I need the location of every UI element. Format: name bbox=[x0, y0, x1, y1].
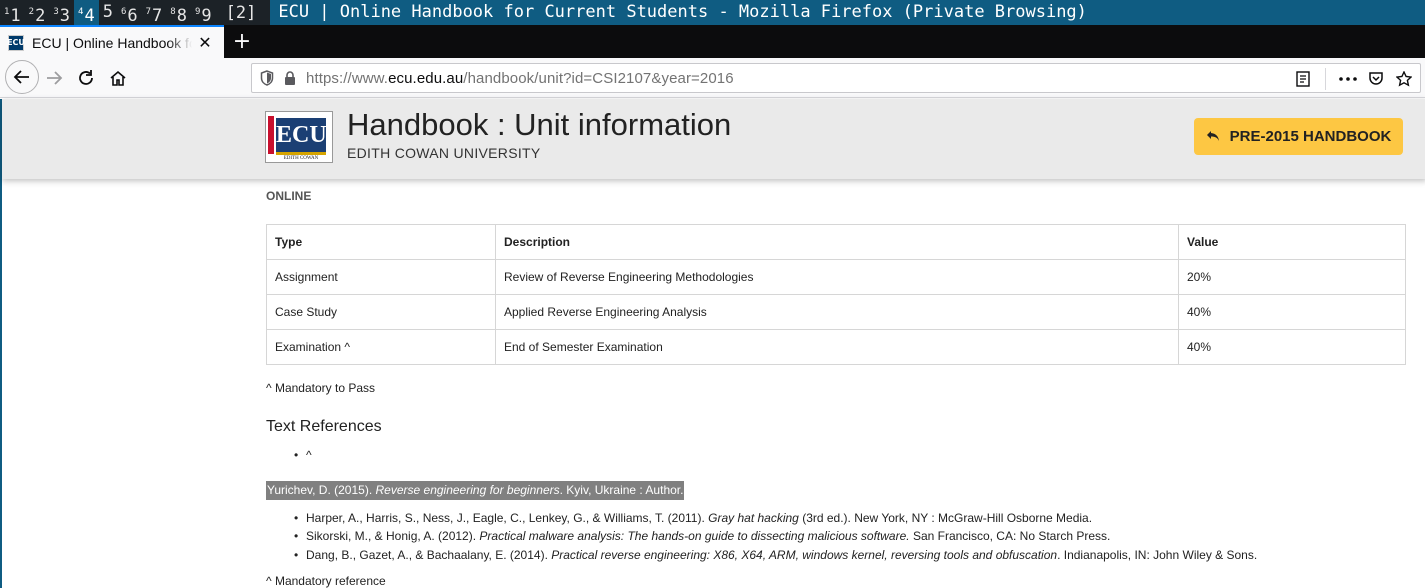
tab-ecu-handbook[interactable]: ECU ECU | Online Handbook for Current St… bbox=[0, 25, 224, 58]
col-value: Value bbox=[1178, 224, 1406, 260]
logo-red-band bbox=[268, 116, 274, 154]
list-item: Sikorski, M., & Honig, A. (2012). Practi… bbox=[294, 527, 1406, 546]
url-text[interactable]: https://www.ecu.edu.au/handbook/unit?id=… bbox=[306, 70, 734, 87]
page-title: Handbook : Unit information bbox=[347, 107, 732, 142]
workspace-7[interactable]: 77 bbox=[142, 0, 167, 25]
reply-arrow-icon bbox=[1206, 129, 1220, 145]
tab-title: ECU | Online Handbook for Current Studen… bbox=[32, 34, 192, 51]
arrow-left-icon bbox=[13, 70, 29, 84]
home-button[interactable] bbox=[102, 62, 134, 94]
workspace-6[interactable]: 66 bbox=[117, 0, 142, 25]
cell-type: Examination ^ bbox=[266, 329, 496, 365]
workspace-2[interactable]: 22 bbox=[25, 0, 50, 25]
logo-gold-band bbox=[276, 152, 326, 155]
back-button[interactable] bbox=[5, 60, 39, 94]
highlighted-reference[interactable]: Yurichev, D. (2015). Reverse engineering… bbox=[266, 481, 685, 500]
page-content: ECU EDITH COWAN Handbook : Unit informat… bbox=[0, 99, 1425, 588]
more-actions-icon[interactable] bbox=[1338, 69, 1358, 89]
window-count: [2] bbox=[225, 2, 257, 23]
reload-button[interactable] bbox=[70, 62, 102, 94]
list-item: Harper, A., Harris, S., Ness, J., Eagle,… bbox=[294, 509, 1406, 528]
table-row: Assignment Review of Reverse Engineering… bbox=[266, 259, 1406, 295]
window-title: ECU | Online Handbook for Current Studen… bbox=[270, 0, 1095, 25]
ecu-favicon-icon: ECU bbox=[7, 34, 25, 51]
table-header-row: Type Description Value bbox=[266, 224, 1406, 260]
pocket-icon[interactable] bbox=[1366, 69, 1386, 89]
references-list: ^ Yurichev, D. (2015). Reverse engineeri… bbox=[266, 446, 1406, 565]
url-divider bbox=[1325, 68, 1326, 90]
url-actions bbox=[1293, 68, 1414, 90]
table-row: Examination ^ End of Semester Examinatio… bbox=[266, 329, 1406, 365]
title-fill bbox=[1094, 0, 1425, 25]
list-item: ^ Yurichev, D. (2015). Reverse engineeri… bbox=[266, 446, 1406, 509]
delivery-mode: ONLINE bbox=[266, 189, 312, 203]
new-tab-button[interactable]: + bbox=[230, 25, 254, 58]
col-description: Description bbox=[495, 224, 1179, 260]
logo-university-text: EDITH COWAN bbox=[283, 156, 319, 161]
navigation-toolbar: https://www.ecu.edu.au/handbook/unit?id=… bbox=[0, 58, 1425, 98]
cell-description: Review of Reverse Engineering Methodolog… bbox=[495, 259, 1179, 295]
arrow-right-icon bbox=[47, 71, 63, 85]
mandatory-to-pass-note: ^ Mandatory to Pass bbox=[266, 381, 376, 395]
cell-description: End of Semester Examination bbox=[495, 329, 1179, 365]
site-header: ECU EDITH COWAN Handbook : Unit informat… bbox=[2, 99, 1425, 179]
cell-description: Applied Reverse Engineering Analysis bbox=[495, 294, 1179, 330]
list-item: Dang, B., Gazet, A., & Bachaalany, E. (2… bbox=[294, 546, 1406, 565]
logo-ecu-text: ECU bbox=[276, 118, 327, 152]
col-type: Type bbox=[266, 224, 496, 260]
cell-type: Assignment bbox=[266, 259, 496, 295]
ecu-logo[interactable]: ECU EDITH COWAN bbox=[265, 111, 333, 163]
window-manager-bar: 11 22 33 44 5 66 77 88 99 [2] ECU | Onli… bbox=[0, 0, 1425, 25]
pre-2015-label: PRE-2015 HANDBOOK bbox=[1229, 128, 1392, 145]
workspace-1[interactable]: 11 bbox=[0, 0, 25, 25]
cell-value: 40% bbox=[1178, 329, 1406, 365]
mandatory-caret: ^ bbox=[306, 448, 312, 462]
university-name: EDITH COWAN UNIVERSITY bbox=[347, 145, 541, 161]
cell-value: 40% bbox=[1178, 294, 1406, 330]
assessment-table: Type Description Value Assignment Review… bbox=[266, 224, 1406, 365]
reader-view-icon[interactable] bbox=[1293, 69, 1313, 89]
cell-value: 20% bbox=[1178, 259, 1406, 295]
cell-type: Case Study bbox=[266, 294, 496, 330]
mandatory-reference-note: ^ Mandatory reference bbox=[266, 574, 386, 588]
table-row: Case Study Applied Reverse Engineering A… bbox=[266, 294, 1406, 330]
home-icon bbox=[110, 70, 126, 86]
close-tab-icon[interactable]: ✕ bbox=[196, 33, 214, 52]
text-references-heading: Text References bbox=[266, 418, 382, 435]
workspace-8[interactable]: 88 bbox=[166, 0, 191, 25]
lock-icon[interactable] bbox=[284, 71, 296, 85]
workspace-5[interactable]: 5 bbox=[99, 0, 117, 25]
pre-2015-handbook-button[interactable]: PRE-2015 HANDBOOK bbox=[1194, 118, 1403, 155]
workspace-4[interactable]: 44 bbox=[74, 0, 99, 25]
tab-strip: ECU ECU | Online Handbook for Current St… bbox=[0, 25, 1425, 58]
forward-button[interactable] bbox=[38, 62, 70, 94]
shield-icon[interactable] bbox=[260, 70, 274, 86]
workspace-3[interactable]: 33 bbox=[49, 0, 74, 25]
bookmark-star-icon[interactable] bbox=[1394, 69, 1414, 89]
workspace-9[interactable]: 99 bbox=[191, 0, 216, 25]
url-bar[interactable]: https://www.ecu.edu.au/handbook/unit?id=… bbox=[251, 63, 1421, 93]
reload-icon bbox=[79, 70, 93, 85]
